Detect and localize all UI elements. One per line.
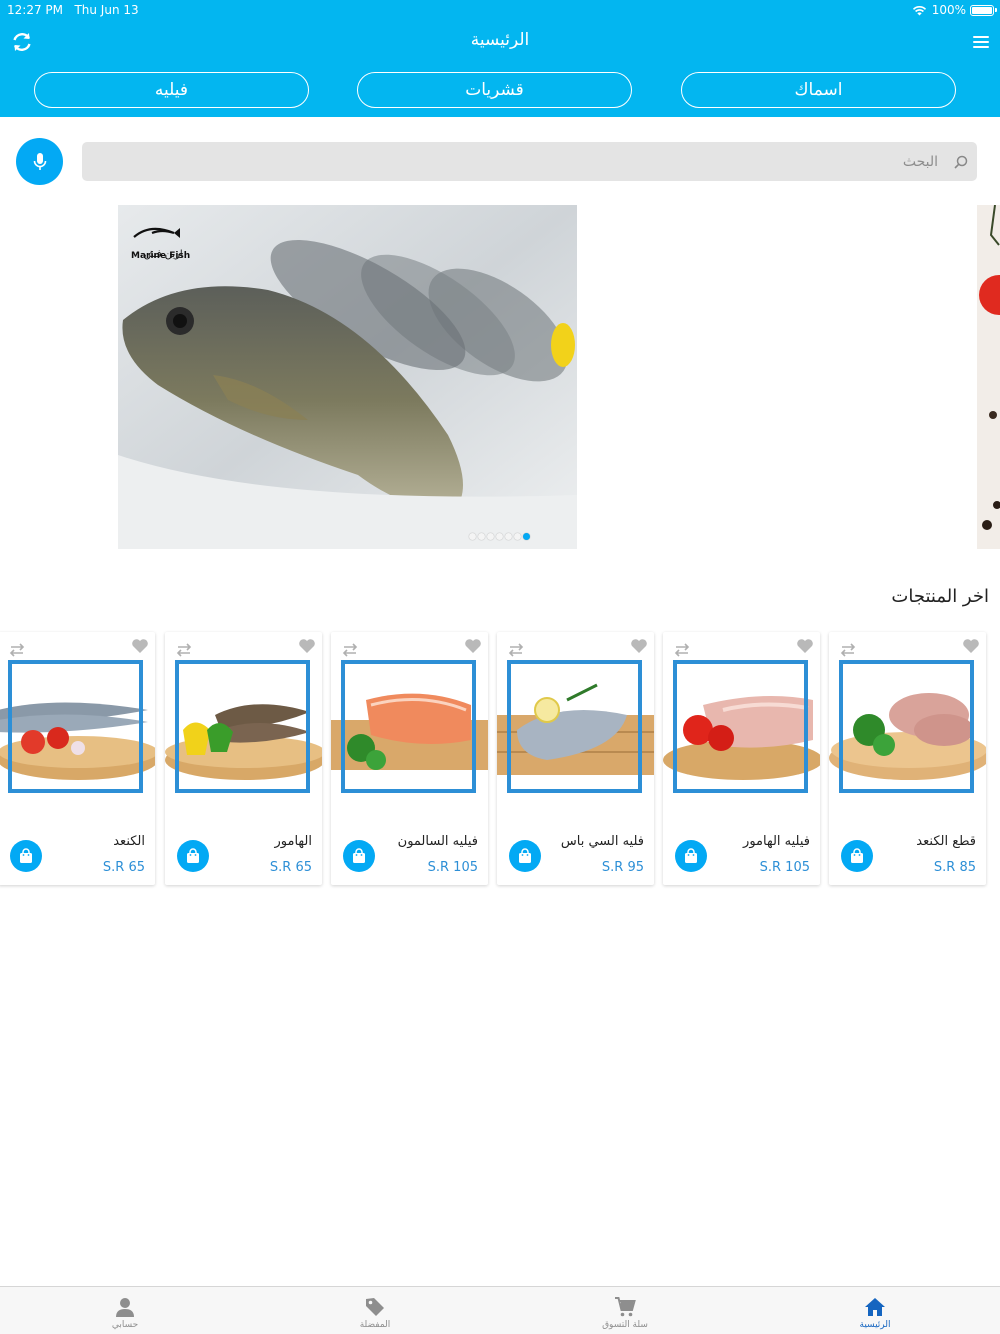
battery-icon — [970, 5, 997, 16]
next-banner-image — [977, 205, 1000, 549]
add-to-cart-button[interactable] — [177, 840, 209, 872]
tab-cart[interactable]: سلة التسوق — [565, 1287, 685, 1334]
compare-icon[interactable] — [673, 642, 691, 658]
product-card[interactable]: فليه السي باس S.R 95 — [497, 632, 654, 885]
shopping-bag-icon — [187, 848, 199, 863]
compare-icon[interactable] — [8, 642, 26, 658]
microphone-icon — [33, 152, 46, 170]
search-icon — [954, 155, 968, 169]
carousel-dot[interactable] — [514, 533, 521, 540]
compare-icon[interactable] — [341, 642, 359, 658]
heart-icon[interactable] — [962, 638, 980, 654]
tag-icon — [366, 1298, 384, 1316]
product-card[interactable]: فيليه السالمون S.R 105 — [331, 632, 488, 885]
product-image-frame — [839, 660, 974, 793]
search-input[interactable] — [82, 142, 942, 181]
category-shellfish-button[interactable]: قشريات — [357, 72, 632, 108]
category-fish-button[interactable]: اسماك — [681, 72, 956, 108]
carousel-dot[interactable] — [496, 533, 503, 540]
heart-icon[interactable] — [298, 638, 316, 654]
carousel-dot[interactable] — [505, 533, 512, 540]
hamburger-icon-line — [973, 41, 989, 43]
category-fillet-button[interactable]: فيليه — [34, 72, 309, 108]
shopping-bag-icon — [851, 848, 863, 863]
carousel-indicator[interactable] — [469, 533, 530, 540]
shopping-bag-icon — [353, 848, 365, 863]
carousel-dot[interactable] — [487, 533, 494, 540]
add-to-cart-button[interactable] — [10, 840, 42, 872]
tab-favorites-label: المفضلة — [359, 1320, 391, 1330]
shopping-cart-icon — [615, 1297, 636, 1317]
hamburger-icon-line — [973, 46, 989, 48]
shopping-bag-icon — [20, 848, 32, 863]
product-name: فيليه الهامور — [743, 834, 810, 849]
heart-icon[interactable] — [464, 638, 482, 654]
latest-products-title: اخر المنتجات — [891, 586, 989, 607]
status-date: Thu Jun 13 — [74, 3, 139, 17]
product-price: S.R 65 — [269, 860, 312, 875]
promo-banner[interactable]: مارين فش Marine Fish — [118, 205, 577, 549]
carousel-dot-active[interactable] — [523, 533, 530, 540]
hamburger-icon-line — [973, 36, 989, 38]
product-image-frame — [341, 660, 476, 793]
product-price: S.R 105 — [427, 860, 478, 875]
product-card[interactable]: فيليه الهامور S.R 105 — [663, 632, 820, 885]
product-price: S.R 105 — [759, 860, 810, 875]
product-card[interactable]: الهامور S.R 65 — [165, 632, 322, 885]
product-card[interactable]: قطع الكنعد S.R 85 — [829, 632, 986, 885]
product-name: قطع الكنعد — [916, 834, 976, 849]
add-to-cart-button[interactable] — [675, 840, 707, 872]
user-icon — [116, 1298, 134, 1317]
tab-home-label: الرئيسية — [859, 1320, 891, 1330]
compare-icon[interactable] — [507, 642, 525, 658]
product-name: الكنعد — [113, 834, 145, 849]
tab-home[interactable]: الرئيسية — [815, 1287, 935, 1334]
compare-icon[interactable] — [175, 642, 193, 658]
product-price: S.R 65 — [102, 860, 145, 875]
product-price: S.R 85 — [933, 860, 976, 875]
shopping-bag-icon — [685, 848, 697, 863]
product-price: S.R 95 — [601, 860, 644, 875]
carousel-dot[interactable] — [469, 533, 476, 540]
add-to-cart-button[interactable] — [841, 840, 873, 872]
heart-icon[interactable] — [796, 638, 814, 654]
product-image-frame — [673, 660, 808, 793]
bottom-tab-bar: حسابي المفضلة سلة التسوق الرئيسية — [0, 1286, 1000, 1334]
product-name: فيليه السالمون — [397, 834, 478, 849]
app-header: 12:27 PM Thu Jun 13 100% الرئيسية فيليه … — [0, 0, 1000, 117]
next-banner-peek[interactable] — [977, 205, 1000, 549]
heart-icon[interactable] — [131, 638, 149, 654]
tab-account[interactable]: حسابي — [65, 1287, 185, 1334]
add-to-cart-button[interactable] — [509, 840, 541, 872]
tab-cart-label: سلة التسوق — [602, 1320, 648, 1330]
carousel-dot[interactable] — [478, 533, 485, 540]
product-image-frame — [8, 660, 143, 793]
product-image-frame — [175, 660, 310, 793]
status-indicators: 100% — [912, 3, 966, 17]
compare-icon[interactable] — [839, 642, 857, 658]
shopping-bag-icon — [519, 848, 531, 863]
tab-favorites[interactable]: المفضلة — [315, 1287, 435, 1334]
battery-percent: 100% — [931, 3, 966, 17]
add-to-cart-button[interactable] — [343, 840, 375, 872]
page-title: الرئيسية — [470, 30, 530, 50]
status-time: 12:27 PM Thu Jun 13 — [7, 3, 139, 17]
wifi-icon — [912, 5, 926, 15]
product-name: فليه السي باس — [560, 834, 644, 849]
logo-text: Marine Fish — [131, 251, 191, 261]
voice-search-button[interactable] — [16, 138, 63, 185]
menu-button[interactable] — [973, 36, 989, 50]
home-icon — [865, 1298, 885, 1316]
product-card[interactable]: الكنعد S.R 65 — [0, 632, 155, 885]
heart-icon[interactable] — [630, 638, 648, 654]
product-image-frame — [507, 660, 642, 793]
tab-account-label: حسابي — [111, 1320, 139, 1330]
status-time-text: 12:27 PM — [7, 3, 63, 17]
product-name: الهامور — [274, 834, 312, 849]
search-bar — [82, 142, 977, 181]
